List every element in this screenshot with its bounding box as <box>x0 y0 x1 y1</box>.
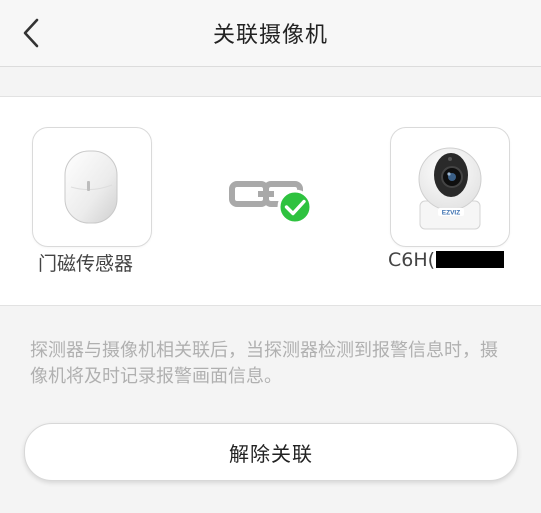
ezviz-camera-image: EZVIZ <box>418 147 482 230</box>
page-title: 关联摄像机 <box>212 23 328 48</box>
top-nav-bar: 关联摄像机 <box>0 0 541 67</box>
sensor-device-tile[interactable] <box>32 127 152 247</box>
door-contact-sensor-image <box>64 150 118 224</box>
link-description: 探测器与摄像机相关联后，当探测器检测到报警信息时，摄像机将及时记录报警画面信息。 <box>30 340 498 387</box>
sensor-name: 门磁传感器 <box>38 253 134 275</box>
linked-devices-panel: 门磁传感器 EZVIZ C6H( <box>0 96 541 306</box>
link-status-graphic <box>229 181 313 225</box>
redacted-serial-bar <box>436 251 505 268</box>
unlink-button[interactable]: 解除关联 <box>24 423 518 481</box>
check-circle-icon <box>277 189 313 225</box>
camera-logo-text: EZVIZ <box>442 210 460 217</box>
camera-name-text: C6H( <box>388 249 436 271</box>
camera-device-tile[interactable]: EZVIZ <box>390 127 510 247</box>
camera-name: C6H( <box>388 249 505 271</box>
